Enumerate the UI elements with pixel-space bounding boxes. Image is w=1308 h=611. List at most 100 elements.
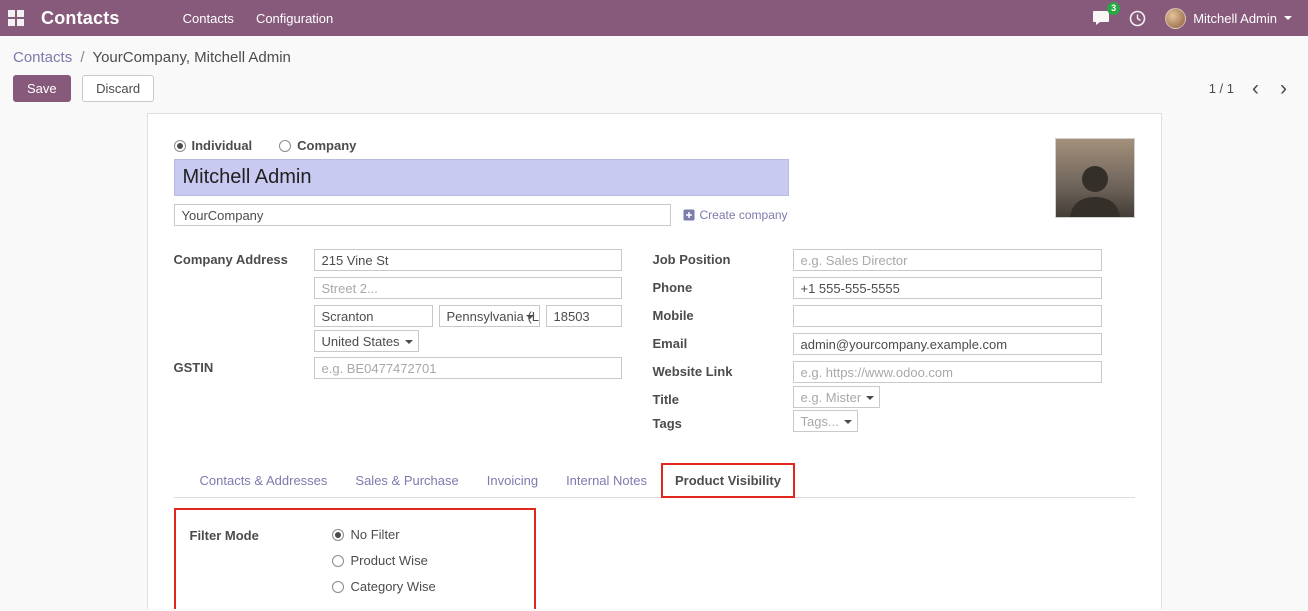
radio-company[interactable]: Company — [279, 138, 356, 153]
contact-name-input[interactable] — [174, 159, 789, 196]
tab-invoicing[interactable]: Invoicing — [473, 464, 552, 497]
fields-section: Company Address Penns — [174, 249, 1135, 437]
radio-individual[interactable]: Individual — [174, 138, 253, 153]
create-company-label: Create company — [700, 208, 788, 222]
control-panel: Contacts / YourCompany, Mitchell Admin S… — [0, 36, 1308, 113]
email-row: Email — [653, 333, 1102, 355]
website-input[interactable] — [793, 361, 1102, 383]
country-select-value: United States — [322, 334, 400, 349]
chevron-down-icon — [526, 315, 534, 319]
email-input[interactable] — [793, 333, 1102, 355]
pager-previous-icon[interactable]: ‹ — [1249, 78, 1262, 99]
street-row: Company Address — [174, 249, 622, 271]
activities-icon[interactable] — [1129, 10, 1146, 27]
breadcrumb-contacts-link[interactable]: Contacts — [13, 49, 72, 66]
create-company-link[interactable]: Create company — [683, 208, 788, 222]
form-action-buttons: Save Discard — [13, 75, 154, 102]
breadcrumb-separator: / — [76, 49, 88, 66]
tags-row: Tags Tags... — [653, 413, 1102, 431]
phone-input[interactable] — [793, 277, 1102, 299]
menu-item-configuration[interactable]: Configuration — [245, 11, 344, 26]
title-row: Title e.g. Mister — [653, 389, 1102, 407]
sheet-top-row: Individual Company Create — [174, 138, 1135, 226]
chevron-down-icon — [1284, 16, 1292, 20]
details-column: Job Position Phone Mobile — [653, 249, 1102, 437]
tab-product-visibility[interactable]: Product Visibility — [661, 463, 795, 498]
job-position-input[interactable] — [793, 249, 1102, 271]
company-name-input[interactable] — [174, 204, 671, 226]
radio-no-filter-circle[interactable] — [332, 529, 344, 541]
messages-icon[interactable]: 3 — [1092, 10, 1110, 26]
chevron-down-icon — [844, 420, 852, 424]
company-row: Create company — [174, 204, 789, 226]
contact-form-sheet: Individual Company Create — [147, 113, 1162, 609]
identity-block: Individual Company Create — [174, 138, 789, 226]
zip-input[interactable] — [546, 305, 622, 327]
save-button[interactable]: Save — [13, 75, 71, 102]
address-column: Company Address Penns — [174, 249, 622, 437]
pager-value: 1 / 1 — [1209, 81, 1234, 96]
top-navbar: Contacts Contacts Configuration 3 Mitche… — [0, 0, 1308, 36]
tab-sales-purchase[interactable]: Sales & Purchase — [341, 464, 472, 497]
person-silhouette-icon — [1063, 159, 1127, 217]
chevron-down-icon — [866, 396, 874, 400]
radio-individual-label: Individual — [192, 138, 253, 153]
radio-company-circle[interactable] — [279, 140, 291, 152]
city-input[interactable] — [314, 305, 433, 327]
phone-row: Phone — [653, 277, 1102, 299]
tags-select-placeholder: Tags... — [801, 414, 839, 429]
radio-category-wise-circle[interactable] — [332, 581, 344, 593]
radio-product-wise-circle[interactable] — [332, 555, 344, 567]
tags-select[interactable]: Tags... — [793, 410, 858, 432]
city-state-zip-row: Pennsylvania (L — [174, 305, 622, 327]
title-select[interactable]: e.g. Mister — [793, 386, 881, 408]
radio-category-wise-label: Category Wise — [351, 579, 436, 594]
tab-contacts-addresses[interactable]: Contacts & Addresses — [186, 464, 342, 497]
street-input[interactable] — [314, 249, 622, 271]
menu-item-contacts[interactable]: Contacts — [172, 11, 245, 26]
radio-product-wise[interactable]: Product Wise — [332, 553, 436, 568]
email-label: Email — [653, 333, 793, 351]
job-position-row: Job Position — [653, 249, 1102, 271]
product-visibility-panel: Filter Mode No Filter Product Wise Categ… — [174, 508, 1135, 609]
mobile-label: Mobile — [653, 305, 793, 323]
state-select[interactable]: Pennsylvania (L — [439, 305, 540, 327]
pager: 1 / 1 ‹ › — [1209, 78, 1290, 99]
job-position-label: Job Position — [653, 249, 793, 267]
radio-no-filter[interactable]: No Filter — [332, 527, 436, 542]
navbar-menu: Contacts Configuration — [172, 11, 345, 26]
user-avatar — [1165, 8, 1186, 29]
plus-square-icon — [683, 209, 695, 221]
contact-photo[interactable] — [1055, 138, 1135, 218]
user-menu[interactable]: Mitchell Admin — [1165, 8, 1292, 29]
street2-input[interactable] — [314, 277, 622, 299]
navbar-right: 3 Mitchell Admin — [1092, 8, 1292, 29]
radio-product-wise-label: Product Wise — [351, 553, 428, 568]
mobile-input[interactable] — [793, 305, 1102, 327]
company-address-label: Company Address — [174, 249, 314, 267]
tab-internal-notes[interactable]: Internal Notes — [552, 464, 661, 497]
title-select-placeholder: e.g. Mister — [801, 390, 862, 405]
chevron-down-icon — [405, 340, 413, 344]
discard-button[interactable]: Discard — [82, 75, 154, 102]
messages-badge: 3 — [1107, 2, 1120, 15]
apps-menu-icon[interactable] — [8, 10, 24, 26]
website-row: Website Link — [653, 361, 1102, 383]
app-title: Contacts — [41, 8, 120, 29]
radio-category-wise[interactable]: Category Wise — [332, 579, 436, 594]
filter-mode-radio-group: No Filter Product Wise Category Wise — [332, 527, 436, 594]
radio-individual-circle[interactable] — [174, 140, 186, 152]
filter-mode-label: Filter Mode — [190, 527, 332, 594]
gstin-input[interactable] — [314, 357, 622, 379]
street2-row — [174, 277, 622, 299]
navbar-left: Contacts Contacts Configuration — [8, 8, 344, 29]
website-link-label: Website Link — [653, 361, 793, 379]
pager-next-icon[interactable]: › — [1277, 78, 1290, 99]
gstin-row: GSTIN — [174, 357, 622, 379]
contact-type-radio-group: Individual Company — [174, 138, 789, 153]
country-row: United States — [174, 333, 622, 351]
country-select[interactable]: United States — [314, 330, 419, 352]
phone-label: Phone — [653, 277, 793, 295]
notebook-tabs: Contacts & Addresses Sales & Purchase In… — [174, 463, 1135, 498]
control-panel-row: Save Discard 1 / 1 ‹ › — [0, 66, 1308, 113]
